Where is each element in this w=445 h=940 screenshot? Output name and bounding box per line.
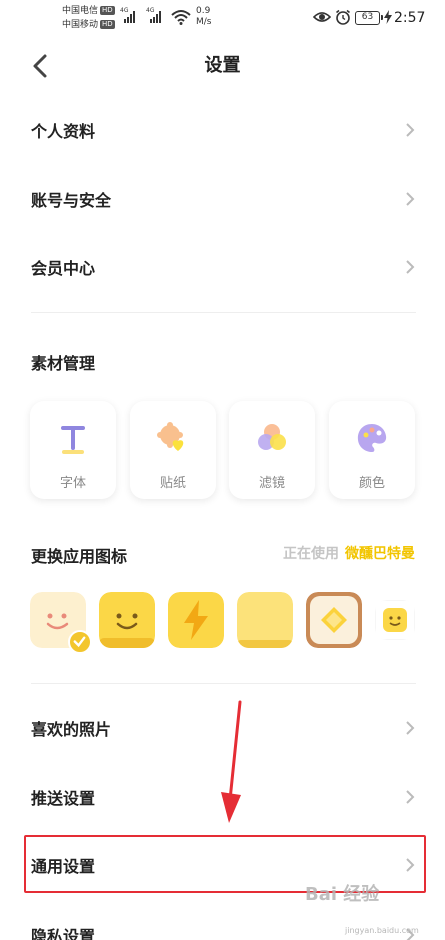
material-label: 字体 bbox=[59, 476, 86, 491]
clock: 2:57 bbox=[394, 10, 426, 26]
alarm-icon bbox=[336, 9, 350, 25]
section-title-materials: 素材管理 bbox=[31, 354, 96, 373]
row-label: 个人资料 bbox=[31, 122, 96, 141]
chevron-right-icon bbox=[406, 790, 415, 804]
filter-icon bbox=[258, 424, 286, 450]
page-title: 设置 bbox=[204, 55, 241, 76]
palette-icon bbox=[357, 424, 387, 452]
app-icon-option-bolt[interactable] bbox=[168, 592, 224, 648]
material-label: 颜色 bbox=[358, 476, 385, 491]
divider bbox=[31, 312, 416, 313]
row-member-center[interactable]: 会员中心 bbox=[0, 237, 445, 297]
chevron-right-icon bbox=[406, 123, 415, 137]
selected-check-icon bbox=[68, 630, 92, 654]
font-icon bbox=[61, 426, 85, 454]
current-icon-status: 正在使用 微醺巴特曼 bbox=[283, 546, 415, 562]
section-title-app-icon: 更换应用图标 bbox=[31, 547, 128, 566]
app-icon-option-toast[interactable] bbox=[306, 592, 362, 648]
carrier-mobile: 中国移动 HD bbox=[62, 20, 115, 30]
annotation-arrow-icon bbox=[221, 700, 242, 823]
network-speed: 0.9 M/s bbox=[196, 6, 212, 27]
battery-indicator: 63 bbox=[355, 11, 383, 25]
chevron-right-icon bbox=[406, 721, 415, 735]
row-account-security[interactable]: 账号与安全 bbox=[0, 169, 445, 229]
material-label: 贴纸 bbox=[159, 476, 186, 491]
row-label: 隐私设置 bbox=[31, 927, 96, 940]
eye-icon bbox=[313, 12, 331, 22]
app-icon-option-smile-yellow[interactable] bbox=[99, 592, 155, 648]
material-card-filter[interactable]: 滤镜 bbox=[229, 401, 315, 499]
app-icon-option-plain[interactable] bbox=[237, 592, 293, 648]
wifi-icon bbox=[171, 10, 191, 25]
row-label: 推送设置 bbox=[31, 789, 96, 808]
material-card-sticker[interactable]: 贴纸 bbox=[130, 401, 216, 499]
charging-icon bbox=[384, 10, 392, 24]
row-profile[interactable]: 个人资料 bbox=[0, 100, 445, 160]
status-bar: 中国电信 HD 中国移动 HD 4G 4G 0.9 M/s 63 2:57 bbox=[62, 6, 426, 30]
sticker-icon bbox=[157, 422, 184, 451]
row-label: 会员中心 bbox=[31, 259, 96, 278]
row-label: 喜欢的照片 bbox=[31, 720, 112, 739]
divider bbox=[31, 683, 416, 684]
watermark-url: jingyan.baidu.com bbox=[345, 926, 419, 935]
chevron-right-icon bbox=[406, 192, 415, 206]
material-label: 滤镜 bbox=[258, 476, 285, 491]
chevron-right-icon bbox=[406, 260, 415, 274]
carrier-telecom: 中国电信 HD bbox=[62, 6, 115, 16]
material-card-color[interactable]: 颜色 bbox=[329, 401, 415, 499]
material-card-font[interactable]: 字体 bbox=[30, 401, 116, 499]
app-icon-option-small[interactable] bbox=[375, 600, 415, 640]
watermark: Bai 经验 bbox=[305, 884, 380, 905]
row-label: 账号与安全 bbox=[31, 191, 112, 210]
